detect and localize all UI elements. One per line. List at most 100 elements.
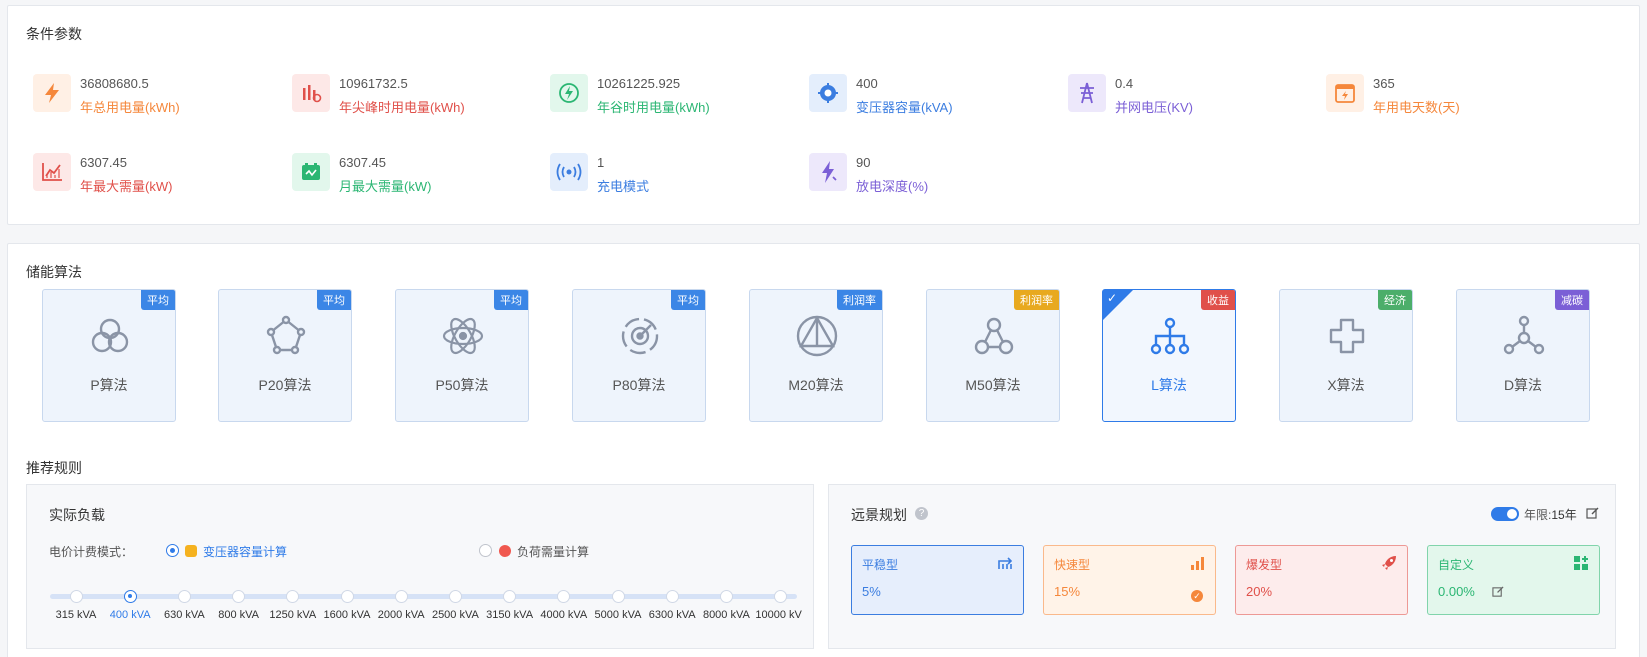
algorithm-name: X算法	[1327, 377, 1365, 393]
slider-stop[interactable]	[394, 590, 408, 603]
algorithm-name: P80算法	[612, 377, 666, 393]
plan-name: 爆发型	[1246, 558, 1283, 572]
param-item: 400 变压器容量(kVA)	[809, 72, 1049, 116]
plan-card[interactable]: 快速型 15% ✓	[1043, 545, 1216, 615]
param-item: 0.4 并网电压(KV)	[1068, 72, 1308, 116]
plan-card[interactable]: 平稳型 5%	[851, 545, 1024, 615]
question-icon[interactable]: ?	[915, 507, 928, 520]
discharge-icon	[809, 153, 847, 191]
slider-stop[interactable]	[503, 590, 517, 603]
param-item: 6307.45 月最大需量(kW)	[292, 151, 532, 195]
param-value: 10261225.925	[597, 76, 681, 91]
slider-tick-label: 1250 kVA	[269, 609, 317, 621]
transformer-icon-small	[185, 545, 197, 557]
molecule-icon	[1500, 312, 1548, 360]
capacity-slider-track[interactable]	[50, 594, 797, 599]
actual-load-panel	[26, 484, 814, 649]
algorithm-card[interactable]: 平均 P算法	[42, 289, 176, 422]
algorithm-name: P50算法	[435, 377, 489, 393]
algorithm-card[interactable]: 平均 P80算法	[572, 289, 706, 422]
param-label: 年总用电量(kWh)	[80, 100, 180, 115]
param-value: 36808680.5	[80, 76, 149, 91]
algorithm-badge: 利润率	[837, 290, 882, 310]
three-nodes-icon	[970, 312, 1018, 360]
algorithm-card[interactable]: 减碳 D算法	[1456, 289, 1590, 422]
conditions-title: 条件参数	[26, 26, 82, 42]
algorithm-card[interactable]: 利润率 M20算法	[749, 289, 883, 422]
param-item: 90 放电深度(%)	[809, 151, 1049, 195]
algorithm-badge: 平均	[317, 290, 351, 310]
algorithm-card[interactable]: 利润率 M50算法	[926, 289, 1060, 422]
slider-tick-label: 4000 kVA	[540, 609, 588, 621]
battery-icon	[292, 153, 330, 191]
edit-icon[interactable]	[1586, 507, 1599, 520]
algorithm-card[interactable]: ✓ 收益 L算法	[1102, 289, 1236, 422]
outlook-title: 远景规划	[851, 507, 907, 523]
slider-tick-label: 8000 kVA	[702, 609, 750, 621]
algorithm-name: M50算法	[965, 377, 1021, 393]
slider-stop[interactable]	[340, 590, 354, 603]
radio-load-demand[interactable]	[479, 544, 492, 557]
slider-stop[interactable]	[774, 590, 788, 603]
peak-bars-icon	[292, 74, 330, 112]
slider-tick-label: 6300 kVA	[648, 609, 696, 621]
slider-stop[interactable]	[448, 590, 462, 603]
slider-stop[interactable]	[719, 590, 733, 603]
plan-card[interactable]: 爆发型 20%	[1235, 545, 1408, 615]
option-load-demand[interactable]: 负荷需量计算	[517, 543, 589, 560]
option-transformer-capacity[interactable]: 变压器容量计算	[203, 543, 287, 560]
param-value: 6307.45	[339, 155, 386, 170]
slider-tick-label: 10000 kV	[755, 609, 802, 621]
load-demand-icon	[499, 545, 511, 557]
slider-stop[interactable]	[69, 590, 83, 603]
slider-tick-label: 1600 kVA	[323, 609, 371, 621]
check-circle-icon: ✓	[1191, 590, 1203, 602]
circles-icon	[86, 312, 134, 360]
slider-stop[interactable]	[123, 590, 137, 603]
actual-load-title: 实际负载	[49, 507, 105, 523]
plan-name: 自定义	[1438, 558, 1475, 572]
slider-tick-label: 400 kVA	[109, 609, 151, 621]
algorithm-badge: 平均	[141, 290, 175, 310]
algorithm-title: 储能算法	[26, 264, 82, 280]
param-label: 年最大需量(kW)	[80, 179, 173, 194]
plan-value: 20%	[1246, 584, 1273, 599]
slider-stop[interactable]	[611, 590, 625, 603]
algorithm-badge: 经济	[1378, 290, 1412, 310]
radio-transformer-capacity[interactable]	[166, 544, 179, 557]
slider-stop[interactable]	[665, 590, 679, 603]
power-tower-icon	[1068, 74, 1106, 112]
slider-tick-label: 2000 kVA	[377, 609, 425, 621]
signal-icon	[550, 153, 588, 191]
atom-icon	[439, 312, 487, 360]
edit-icon[interactable]	[1492, 586, 1504, 601]
algorithm-badge: 收益	[1201, 290, 1235, 310]
param-label: 年尖峰时用电量(kWh)	[339, 100, 465, 115]
algorithm-name: M20算法	[788, 377, 844, 393]
param-label: 并网电压(KV)	[1115, 100, 1194, 115]
pentagon-icon	[262, 312, 310, 360]
algorithm-card[interactable]: 平均 P50算法	[395, 289, 529, 422]
pricing-mode-label: 电价计费模式：	[49, 545, 134, 559]
param-label: 年谷时用电量(kWh)	[597, 100, 710, 115]
algorithm-card[interactable]: 平均 P20算法	[218, 289, 352, 422]
algorithm-badge: 平均	[671, 290, 705, 310]
years-toggle[interactable]	[1491, 507, 1519, 521]
param-label: 充电模式	[597, 179, 650, 194]
slider-tick-label: 315 kVA	[55, 609, 97, 621]
charging-icon	[550, 74, 588, 112]
param-value: 400	[856, 76, 878, 91]
triangle-network-icon	[793, 312, 841, 360]
slider-stop[interactable]	[177, 590, 191, 603]
years-label: 年限:15年	[1524, 508, 1577, 522]
plan-card[interactable]: 自定义 0.00%	[1427, 545, 1600, 615]
param-item: 6307.45 年最大需量(kW)	[33, 151, 273, 195]
slider-stop[interactable]	[232, 590, 246, 603]
algorithm-card[interactable]: 经济 X算法	[1279, 289, 1413, 422]
plan-value: 15%	[1054, 584, 1081, 599]
slider-tick-label: 630 kVA	[164, 609, 205, 621]
target-icon	[616, 312, 664, 360]
param-item: 1 充电模式	[550, 151, 790, 195]
hierarchy-icon	[1146, 312, 1194, 360]
toggle-knob	[1507, 509, 1517, 519]
